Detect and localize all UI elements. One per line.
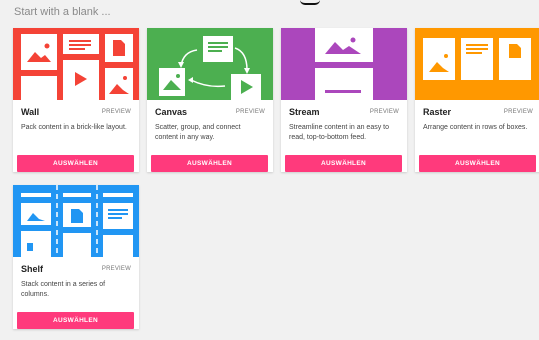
select-stream-button[interactable]: AUSWÄHLEN [285,155,402,172]
stream-thumbnail [281,28,407,100]
layout-card-canvas: Canvas PREVIEW Scatter, group, and conne… [147,28,273,172]
section-header: Start with a blank ... [14,6,111,18]
layout-card-shelf: Shelf PREVIEW Stack content in a series … [13,185,139,329]
preview-link[interactable]: PREVIEW [370,109,399,115]
select-raster-button[interactable]: AUSWÄHLEN [419,155,536,172]
preview-link[interactable]: PREVIEW [504,109,533,115]
card-description: Stack content in a series of columns. [21,281,106,298]
layout-card-raster: Raster PREVIEW Arrange content in rows o… [415,28,539,172]
card-description: Streamline content in an easy to read, t… [289,124,390,141]
canvas-thumbnail [147,28,273,100]
preview-link[interactable]: PREVIEW [236,109,265,115]
card-title: Raster [423,107,452,117]
shelf-thumbnail [13,185,139,257]
card-title: Stream [289,107,320,117]
card-title: Shelf [21,264,44,274]
top-edge-mark [300,0,320,5]
select-shelf-button[interactable]: AUSWÄHLEN [17,312,134,329]
layout-card-wall: Wall PREVIEW Pack content in a brick-lik… [13,28,139,172]
raster-thumbnail [415,28,539,100]
card-description: Pack content in a brick-like layout. [21,124,127,131]
card-title: Canvas [155,107,188,117]
select-wall-button[interactable]: AUSWÄHLEN [17,155,134,172]
layout-card-stream: Stream PREVIEW Streamline content in an … [281,28,407,172]
card-description: Arrange content in rows of boxes. [423,124,528,131]
preview-link[interactable]: PREVIEW [102,266,131,272]
card-description: Scatter, group, and connect content in a… [155,124,241,141]
preview-link[interactable]: PREVIEW [102,109,131,115]
card-title: Wall [21,107,40,117]
wall-thumbnail [13,28,139,100]
select-canvas-button[interactable]: AUSWÄHLEN [151,155,268,172]
